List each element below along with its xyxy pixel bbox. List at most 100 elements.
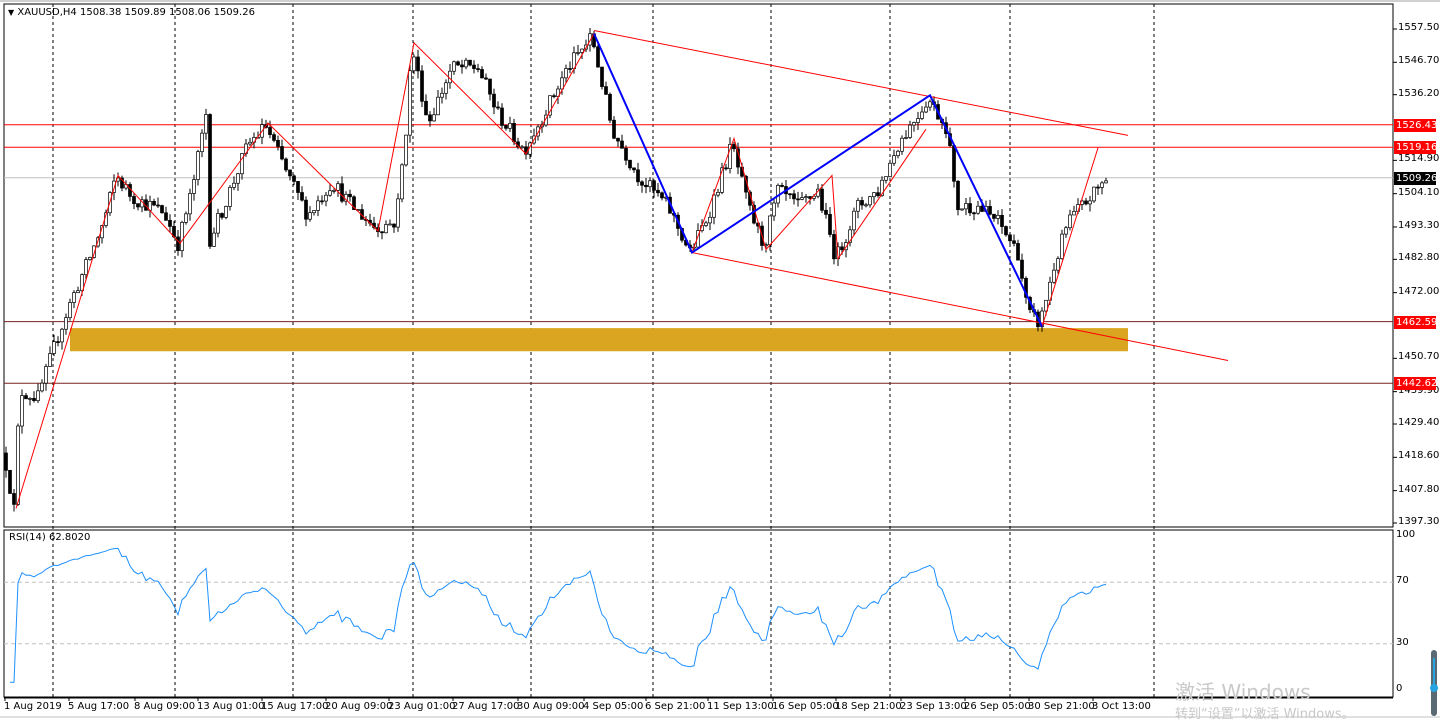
candle-body [476,68,480,70]
candle-body [160,205,164,214]
candle-body [928,101,932,108]
candle-body [496,106,500,109]
candle-body [508,122,512,129]
candle-body [432,114,436,122]
price-tick-label: 1418.60 [1398,450,1440,462]
candle-body [320,200,324,203]
candle-body [1004,226,1008,236]
candle-body [904,137,908,139]
candle-body [636,169,640,183]
time-tick-label: 20 Aug 09:00 [325,701,393,712]
candle-body [484,77,488,80]
candle-body [1092,186,1096,202]
candle-body [924,106,928,113]
candle-body [288,169,292,177]
price-chart[interactable] [0,0,1440,720]
candle-body [988,206,992,215]
candle-body [976,205,980,214]
candle-body [304,199,308,220]
zigzag-line [1041,147,1099,327]
candle-body [868,196,872,206]
candle-body [436,96,440,116]
candle-body [788,193,792,196]
candle-body [1072,211,1076,216]
price-tick-label: 1472.00 [1398,285,1440,297]
candle-body [136,203,140,208]
pattern-line [593,33,1043,328]
candle-body [380,231,384,234]
candle-body [640,181,644,186]
time-tick-label: 23 Aug 01:00 [388,701,456,712]
rsi-tick-label: 100 [1396,529,1416,540]
candle-body [468,59,472,66]
candle-body [644,184,648,188]
candle-body [600,66,604,87]
candle-body [404,134,408,166]
candle-body [1052,269,1056,283]
zoom-slider[interactable] [1429,648,1439,718]
candle-body [4,452,8,471]
candle-body [212,232,216,247]
candle-body [180,222,184,251]
candle-body [440,92,444,98]
candle-body [416,56,420,72]
triangle-down-icon[interactable]: ▼ [8,8,14,17]
support-zone [70,328,1128,352]
candle-body [520,146,524,149]
candle-body [884,176,888,181]
candle-body [236,173,240,184]
time-tick-label: 23 Sep 13:00 [900,701,967,712]
candle-body [1000,215,1004,227]
activation-watermark-text: 转到“设置”以激活 Windows。 [1175,707,1355,722]
candle-body [44,366,48,384]
candle-body [992,213,996,219]
candle-body [32,398,36,401]
candle-body [596,46,600,68]
candle-body [300,192,304,201]
level-price-label: 1442.62 [1394,377,1438,391]
candle-body [332,190,336,192]
candle-body [920,111,924,119]
candle-body [648,180,652,188]
activation-watermark-title: 激活 Windows [1175,680,1311,704]
time-tick-label: 5 Aug 17:00 [68,701,130,712]
candle-body [612,119,616,139]
chart-window[interactable]: ▼ XAUUSD,H4 1508.38 1509.89 1508.06 1509… [0,0,1440,722]
candle-body [820,188,824,211]
symbol-timeframe: XAUUSD,H4 [17,7,77,18]
candle-body [176,236,180,251]
candle-body [272,134,276,141]
main-pane-border [3,3,1394,528]
candle-body [960,208,964,211]
candle-body [652,180,656,191]
candle-body [228,187,232,207]
candle-body [580,48,584,53]
candle-body [916,118,920,123]
candle-body [876,192,880,197]
candle-body [204,114,208,134]
candle-body [232,182,236,188]
candle-body [28,398,32,400]
price-tick-label: 1407.80 [1398,483,1440,495]
candle-body [400,164,404,200]
time-tick-label: 13 Aug 01:00 [197,701,265,712]
candle-body [152,201,156,206]
time-tick-label: 30 Aug 09:00 [517,701,585,712]
rsi-line [10,547,1107,683]
candle-body [408,70,412,136]
candle-body [1068,214,1072,229]
candle-body [772,202,776,217]
candle-body [896,150,900,157]
candle-body [480,69,484,79]
price-tick-label: 1493.30 [1398,219,1440,231]
price-tick-label: 1546.70 [1398,55,1440,67]
candle-body [800,197,804,200]
candle-body [36,390,40,401]
rsi-label: RSI(14) 62.8020 [9,532,91,543]
candle-body [628,159,632,169]
candle-body [268,127,272,135]
price-tick-label: 1397.30 [1398,516,1440,527]
time-tick-label: 8 Aug 09:00 [134,701,196,712]
candle-body [712,194,716,218]
rsi-tick-label: 70 [1396,575,1409,587]
